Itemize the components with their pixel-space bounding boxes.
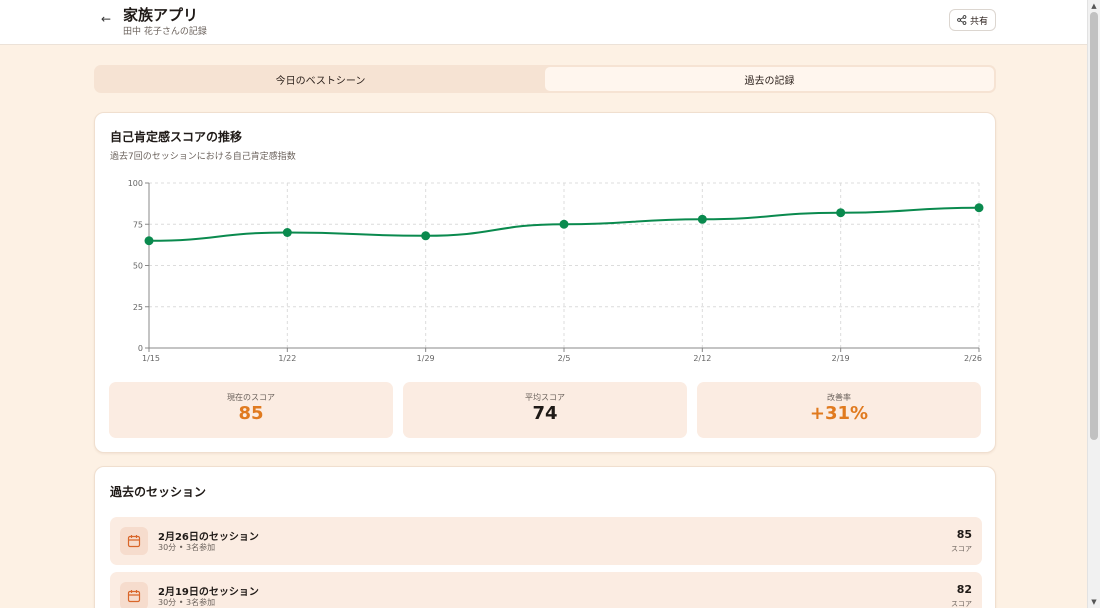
scroll-up-icon[interactable]: ▲: [1088, 0, 1100, 12]
data-point: [974, 203, 984, 213]
stat-value: +31%: [809, 403, 869, 424]
share-button[interactable]: 共有: [949, 9, 996, 31]
stat-label: 現在のスコア: [227, 393, 275, 402]
y-tick-label: 100: [128, 179, 143, 188]
data-point: [697, 214, 707, 224]
y-tick-label: 50: [133, 262, 143, 271]
share-label: 共有: [969, 16, 988, 27]
tab-bar: 今日のベストシーン 過去の記録: [94, 65, 996, 93]
app-title: 家族アプリ: [123, 6, 199, 24]
share-icon: [957, 15, 967, 25]
app-header: ← 家族アプリ 田中 花子さんの記録 共有: [0, 0, 1087, 45]
session-title: 2月26日のセッション: [158, 532, 259, 543]
x-tick-label: 2/5: [558, 354, 571, 363]
session-score-label: スコア: [951, 545, 972, 553]
calendar-icon: [120, 582, 148, 608]
session-score: 82: [956, 583, 972, 596]
score-chart-card: 自己肯定感スコアの推移 過去7回のセッションにおける自己肯定感指数 0 25 50 7…: [94, 112, 996, 453]
data-point: [836, 208, 846, 218]
session-title: 2月19日のセッション: [158, 587, 259, 598]
session-score-label: スコア: [951, 600, 972, 608]
past-sessions-card: 過去のセッション 2月26日のセッション 30分 • 3名参加 85 スコア 2…: [94, 466, 996, 608]
session-score: 85: [956, 528, 972, 541]
stat-value: 74: [532, 403, 558, 424]
data-point: [144, 236, 154, 246]
y-tick-label: 0: [138, 344, 143, 353]
stat-average-score: 平均スコア 74: [403, 382, 687, 438]
stat-current-score: 現在のスコア 85: [109, 382, 393, 438]
tab-past-records[interactable]: 過去の記録: [545, 67, 994, 91]
y-tick-label: 25: [133, 303, 143, 312]
data-point: [282, 228, 292, 237]
tab-best-scene[interactable]: 今日のベストシーン: [96, 67, 545, 91]
session-meta: 30分 • 3名参加: [158, 543, 216, 552]
x-tick-label: 2/26: [964, 354, 982, 363]
data-point: [421, 231, 431, 241]
x-tick-label: 2/12: [693, 354, 711, 363]
data-point: [559, 219, 569, 229]
y-tick-label: 75: [133, 220, 143, 229]
x-tick-label: 1/15: [142, 354, 160, 363]
stat-value: 85: [238, 403, 264, 424]
session-row[interactable]: 2月19日のセッション 30分 • 3名参加 82 スコア: [110, 572, 982, 608]
stat-label: 平均スコア: [525, 393, 565, 402]
x-tick-label: 2/19: [832, 354, 850, 363]
stat-label: 改善率: [827, 393, 851, 402]
scroll-down-icon[interactable]: ▼: [1088, 596, 1100, 608]
x-tick-label: 1/22: [278, 354, 296, 363]
x-tick-label: 1/29: [417, 354, 435, 363]
session-row[interactable]: 2月26日のセッション 30分 • 3名参加 85 スコア: [110, 517, 982, 565]
session-meta: 30分 • 3名参加: [158, 598, 216, 607]
app-subtitle: 田中 花子さんの記録: [123, 27, 207, 37]
calendar-icon: [120, 527, 148, 555]
sessions-title: 過去のセッション: [110, 485, 207, 499]
page-scrollbar[interactable]: ▲ ▼: [1087, 0, 1100, 608]
stat-improvement-rate: 改善率 +31%: [697, 382, 981, 438]
back-arrow-icon[interactable]: ←: [98, 11, 114, 27]
scrollbar-thumb[interactable]: [1090, 12, 1098, 440]
